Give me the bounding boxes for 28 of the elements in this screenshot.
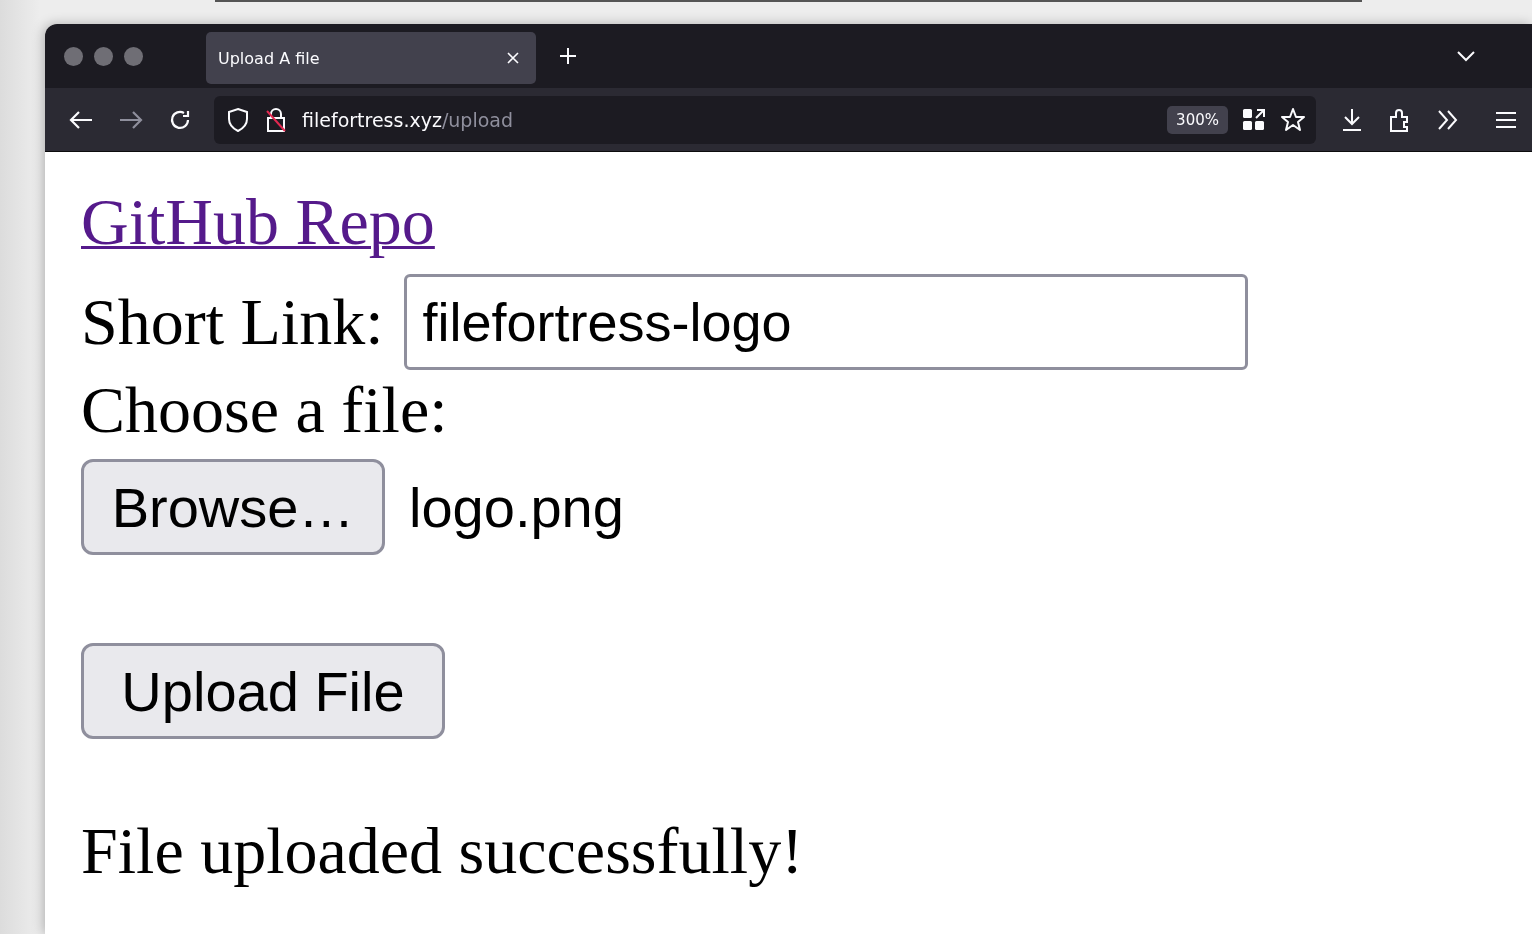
short-link-label: Short Link: bbox=[81, 284, 384, 360]
chevron-down-icon[interactable] bbox=[1456, 50, 1476, 62]
url-path: /upload bbox=[441, 108, 514, 131]
forward-arrow-icon[interactable] bbox=[118, 108, 144, 131]
double-chevron-icon[interactable] bbox=[1436, 108, 1460, 131]
grid-icon[interactable] bbox=[1242, 107, 1266, 132]
back-arrow-icon[interactable] bbox=[68, 108, 94, 131]
file-name: logo.png bbox=[409, 474, 624, 540]
insecure-lock-icon bbox=[264, 106, 288, 133]
close-tab-icon[interactable] bbox=[506, 51, 520, 65]
menu-icon[interactable] bbox=[1494, 109, 1516, 130]
url-domain: filefortress.xyz bbox=[302, 108, 442, 131]
new-tab-icon[interactable] bbox=[558, 46, 578, 66]
close-window-dot[interactable] bbox=[64, 46, 83, 66]
success-message: File uploaded successfully! bbox=[81, 814, 804, 887]
upload-file-button[interactable]: Upload File bbox=[81, 643, 445, 739]
choose-file-label: Choose a file: bbox=[81, 373, 448, 446]
browse-button[interactable]: Browse… bbox=[81, 459, 385, 555]
address-bar[interactable]: filefortress.xyz/upload 300% bbox=[214, 95, 1316, 144]
download-icon[interactable] bbox=[1340, 106, 1364, 133]
star-icon[interactable] bbox=[1280, 106, 1306, 133]
browser-tab[interactable]: Upload A file bbox=[206, 32, 536, 84]
shield-icon[interactable] bbox=[226, 106, 250, 133]
minimize-window-dot[interactable] bbox=[94, 46, 113, 66]
zoom-window-dot[interactable] bbox=[124, 46, 143, 66]
zoom-level-badge[interactable]: 300% bbox=[1167, 105, 1228, 134]
short-link-field[interactable]: filefortress-logo bbox=[403, 274, 1248, 370]
github-repo-link[interactable]: GitHub Repo bbox=[81, 185, 435, 258]
